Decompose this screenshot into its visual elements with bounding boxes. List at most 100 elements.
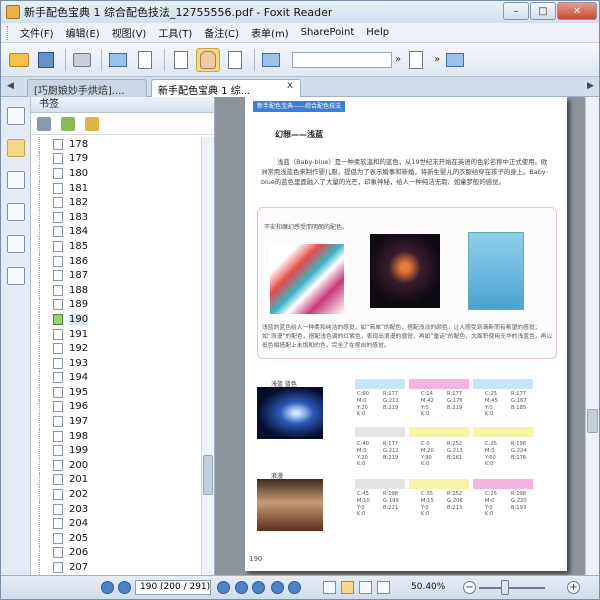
foxit-tool-button[interactable]: [443, 48, 467, 72]
print-button[interactable]: [70, 48, 94, 72]
continuous-view-button[interactable]: [341, 581, 354, 594]
pages-icon[interactable]: [6, 107, 25, 125]
menu-edit[interactable]: 编辑(E): [60, 25, 106, 40]
toolbar-overflow-icon[interactable]: »: [434, 54, 440, 65]
bookmark-item[interactable]: 180: [31, 166, 201, 181]
bookmark-item[interactable]: 197: [31, 414, 201, 429]
bookmark-item[interactable]: 187: [31, 268, 201, 283]
tab-close-icon[interactable]: x: [287, 80, 293, 91]
bookmark-item[interactable]: 194: [31, 370, 201, 386]
bookmark-item[interactable]: 182: [31, 195, 201, 210]
tab-scroll-right-icon[interactable]: ▶: [587, 81, 594, 91]
panel-scroll-thumb[interactable]: [203, 455, 213, 495]
bookmark-item[interactable]: 188: [31, 282, 201, 298]
figure-caption: 不安和魔幻感受而明朗的配色。: [264, 224, 349, 231]
bookmark-item[interactable]: 203: [31, 501, 201, 517]
screen-button[interactable]: [106, 48, 130, 72]
signature-icon[interactable]: [6, 267, 25, 285]
bookmark-item[interactable]: 206: [31, 545, 201, 561]
maximize-button[interactable]: □: [530, 2, 556, 20]
menu-form[interactable]: 表单(m): [245, 25, 295, 40]
bookmark-item[interactable]: 179: [31, 151, 201, 167]
previous-page-button[interactable]: [118, 581, 131, 594]
zoom-slider-knob[interactable]: [501, 580, 509, 595]
tree-line: [39, 472, 40, 488]
menu-tools[interactable]: 工具(T): [152, 25, 198, 40]
facing-view-button[interactable]: [359, 581, 372, 594]
edit-bookmark-icon[interactable]: [85, 116, 99, 131]
bookmark-item[interactable]: 189: [31, 297, 201, 313]
back-button[interactable]: [271, 581, 284, 594]
document-scrollbar[interactable]: [585, 97, 599, 575]
toolbar-overflow-icon[interactable]: »: [395, 54, 401, 65]
find-input[interactable]: [292, 51, 392, 68]
add-bookmark-icon[interactable]: [61, 116, 75, 131]
bookmark-item[interactable]: 178: [31, 137, 201, 152]
layers-icon[interactable]: [6, 171, 25, 189]
menu-view[interactable]: 视图(V): [106, 25, 153, 40]
bookmark-page-icon: [53, 445, 63, 457]
save-button[interactable]: [34, 48, 58, 72]
minimize-button[interactable]: –: [503, 2, 529, 20]
tree-line: [39, 151, 40, 167]
tab-scroll-left-icon[interactable]: ◀: [7, 81, 14, 91]
single-page-view-button[interactable]: [323, 581, 336, 594]
bookmark-item[interactable]: 193: [31, 355, 201, 371]
zoom-out-button[interactable]: −: [463, 581, 476, 594]
open-button[interactable]: [7, 48, 31, 72]
page-dropdown-button[interactable]: [217, 581, 230, 594]
tree-line: [39, 385, 40, 400]
select-text-button[interactable]: [223, 48, 247, 72]
zoom-100-button[interactable]: [404, 48, 428, 72]
bookmark-item[interactable]: 198: [31, 428, 201, 444]
bookmark-item[interactable]: 195: [31, 385, 201, 400]
bookmark-item[interactable]: 204: [31, 516, 201, 532]
bookmark-item[interactable]: 207: [31, 560, 201, 575]
bookmark-item[interactable]: 191: [31, 326, 201, 342]
bookmark-item[interactable]: 192: [31, 341, 201, 356]
delete-bookmark-icon[interactable]: [37, 116, 51, 131]
document-viewport[interactable]: 新手配色宝典——综合配色技法 幻想——浅蓝 浅蓝（Baby-blue）是一种柔软…: [215, 97, 585, 575]
menu-file[interactable]: 文件(F): [14, 25, 60, 40]
bookmark-item[interactable]: 205: [31, 531, 201, 546]
page-layout-button[interactable]: [169, 48, 193, 72]
bookmark-item[interactable]: 202: [31, 487, 201, 502]
panel-scrollbar[interactable]: [201, 137, 214, 575]
bookmark-item[interactable]: 199: [31, 443, 201, 459]
hand-icon: [200, 50, 216, 69]
tab-baking-book[interactable]: [巧厨娘妙手烘焙]....: [27, 79, 147, 97]
bookmark-item[interactable]: 190: [31, 312, 201, 327]
menu-sharepoint[interactable]: SharePoint: [295, 27, 361, 38]
menu-comments[interactable]: 备注(C): [198, 25, 245, 40]
cmyk-values: C:35 M:15 Y:0 K:0: [421, 491, 434, 518]
attachments-icon[interactable]: [6, 235, 25, 253]
image-tool-button[interactable]: [259, 48, 283, 72]
zoom-level[interactable]: 50.40%: [411, 582, 445, 592]
bookmark-page-icon: [53, 182, 63, 194]
document-scroll-thumb[interactable]: [587, 409, 598, 433]
bookmark-label: 205: [69, 532, 89, 544]
forward-button[interactable]: [288, 581, 301, 594]
menu-help[interactable]: Help: [360, 27, 395, 38]
first-page-button[interactable]: [101, 581, 114, 594]
close-button[interactable]: ✕: [557, 2, 597, 20]
continuous-facing-view-button[interactable]: [377, 581, 390, 594]
zoom-slider[interactable]: [479, 587, 545, 589]
bookmark-item[interactable]: 183: [31, 209, 201, 225]
bookmarks-icon[interactable]: [6, 139, 25, 157]
bookmark-item[interactable]: 181: [31, 180, 201, 196]
page-number-input[interactable]: 190 (200 / 291): [135, 580, 211, 595]
hand-tool-button[interactable]: [196, 47, 220, 72]
bookmark-item[interactable]: 185: [31, 239, 201, 254]
last-page-button[interactable]: [252, 581, 265, 594]
bookmark-item[interactable]: 201: [31, 472, 201, 488]
tab-color-book[interactable]: 新手配色宝典 1 综...: [151, 79, 301, 97]
next-page-button[interactable]: [235, 581, 248, 594]
bookmark-item[interactable]: 184: [31, 224, 201, 240]
comments-icon[interactable]: [6, 203, 25, 221]
zoom-in-button[interactable]: +: [567, 581, 580, 594]
bookmark-item[interactable]: 186: [31, 253, 201, 269]
bookmark-item[interactable]: 200: [31, 458, 201, 473]
zoom-page-button[interactable]: [133, 48, 157, 72]
bookmark-item[interactable]: 196: [31, 399, 201, 415]
